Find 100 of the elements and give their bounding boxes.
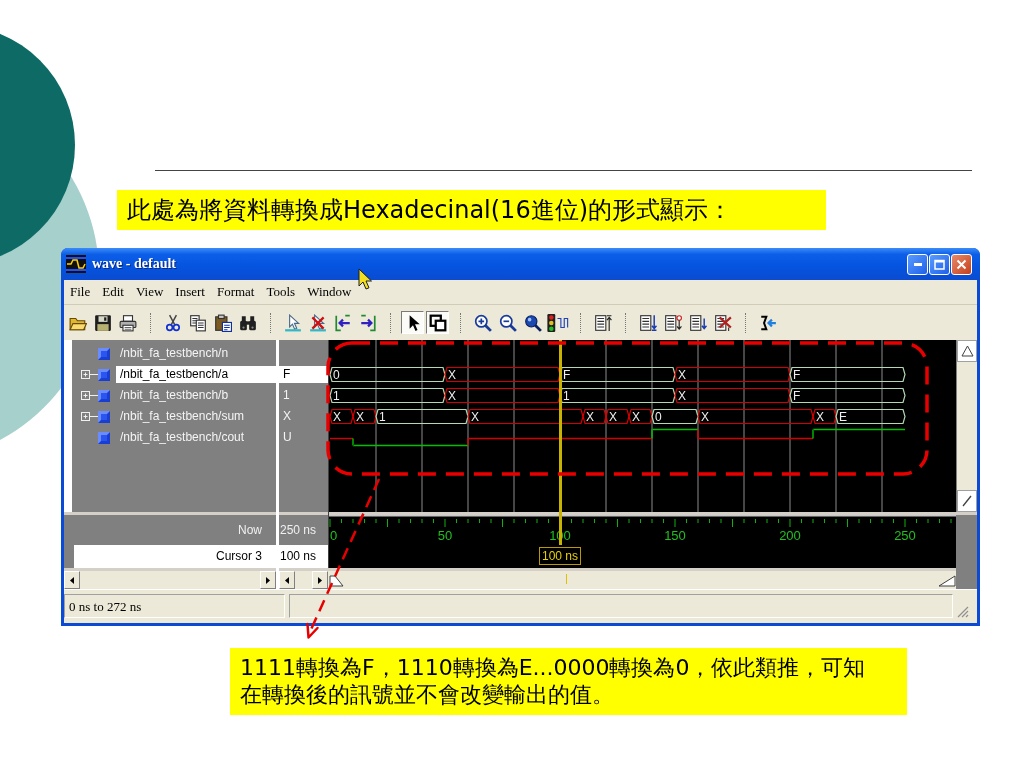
menu-item[interactable]: Edit	[96, 282, 130, 302]
mouse-pointer-icon	[358, 268, 372, 290]
scroll-right-button[interactable]	[312, 571, 328, 589]
printer-icon	[118, 313, 137, 332]
time-label: 250	[894, 528, 916, 543]
cursor-time-marker[interactable]: 100 ns	[539, 547, 582, 565]
signal-icon	[98, 431, 110, 444]
time-label: 150	[664, 528, 686, 543]
signal-name[interactable]: /nbit_fa_testbench/a	[116, 366, 276, 383]
segment-value: 0	[333, 368, 340, 382]
signal-name[interactable]: /nbit_fa_testbench/n	[116, 345, 276, 362]
signal-value: U	[282, 429, 293, 446]
segment-value: X	[333, 410, 341, 424]
signal-icon	[98, 410, 110, 423]
close-button[interactable]	[951, 253, 972, 275]
segment-value: 1	[379, 410, 386, 424]
scroll-left-button[interactable]	[64, 571, 80, 589]
scroll-up-button[interactable]	[957, 340, 977, 362]
left-triangle-icon	[285, 576, 289, 584]
segment-value: X	[471, 410, 479, 424]
menu-item[interactable]: Format	[210, 282, 261, 302]
signal-name[interactable]: /nbit_fa_testbench/cout	[116, 429, 276, 446]
callout-text: 在轉換後的訊號並不會改變輸出的值。	[240, 681, 615, 708]
list-down-arrow-icon	[688, 313, 707, 332]
now-time: 250 ns	[279, 515, 328, 545]
cursor-position-mark	[566, 574, 567, 584]
time-label: 200	[779, 528, 801, 543]
signal-name[interactable]: /nbit_fa_testbench/b	[116, 387, 276, 404]
expand-box-icon[interactable]	[81, 412, 98, 421]
segment-value: 1	[333, 389, 340, 403]
window-title: wave - default	[92, 256, 177, 272]
menu-item[interactable]: File	[64, 282, 97, 302]
segment-value: X	[816, 410, 824, 424]
horizontal-scrollbar[interactable]	[279, 571, 328, 589]
zoom-out-icon	[498, 313, 517, 332]
menu-item[interactable]: Tools	[260, 282, 302, 302]
list-cross-icon	[713, 313, 732, 332]
signal-value: F	[279, 366, 328, 383]
callout-text: 1111轉換為F，1110轉換為E...0000轉換為0，依此類推，可知	[240, 654, 867, 681]
list-down-arrow-icon	[638, 313, 657, 332]
segment-value: E	[839, 410, 847, 424]
segment-value: X	[448, 368, 456, 382]
left-handle-icon[interactable]	[329, 573, 345, 587]
toolbar-button[interactable]	[401, 311, 424, 334]
bracket-right-arrow-icon	[358, 313, 377, 332]
toolbar-button[interactable]	[426, 311, 449, 334]
bracket-arrow-icon	[758, 313, 777, 332]
segment-value: X	[678, 389, 686, 403]
waveform-icon	[66, 255, 86, 273]
horizontal-scrollbar[interactable]	[328, 568, 956, 589]
signal-value: X	[282, 408, 292, 425]
menu-item[interactable]: Window	[301, 282, 358, 302]
segment-value: X	[609, 410, 617, 424]
scroll-right-button[interactable]	[260, 571, 276, 589]
clipboard-icon	[213, 313, 232, 332]
scroll-down-button[interactable]	[957, 490, 977, 512]
horizontal-scrollbar[interactable]	[64, 571, 276, 589]
expand-box-icon[interactable]	[81, 391, 98, 400]
bracket-left-arrow-icon	[333, 313, 352, 332]
menu-item[interactable]: View	[129, 282, 170, 302]
right-handle-icon[interactable]	[938, 573, 956, 587]
segment-value: X	[356, 410, 364, 424]
cursor-label[interactable]: Cursor 3	[64, 545, 276, 568]
segment-value: 1	[563, 389, 570, 403]
segment-value: F	[793, 368, 801, 382]
list-up-arrow-icon	[593, 313, 612, 332]
maximize-button[interactable]	[929, 253, 950, 275]
expand-box-icon[interactable]	[81, 370, 98, 379]
time-label: 0	[330, 528, 338, 543]
cursor-time: 100 ns	[279, 545, 328, 568]
signal-name[interactable]: /nbit_fa_testbench/sum	[116, 408, 276, 425]
annotation-callout: 此處為將資料轉換成Hexadecinal(16進位)的形式顯示：	[117, 190, 826, 230]
signal-icon	[98, 347, 110, 360]
segment-value: F	[793, 389, 801, 403]
menu-item[interactable]: Insert	[169, 282, 211, 302]
signal-icon	[98, 368, 110, 381]
list-pin-icon	[663, 313, 682, 332]
minimize-button[interactable]	[907, 253, 928, 275]
binoculars-icon	[238, 313, 257, 332]
slash-icon	[962, 495, 972, 507]
vertical-scrollbar[interactable]	[956, 340, 977, 512]
minimize-icon	[913, 262, 922, 266]
segment-value: X	[678, 368, 686, 382]
resize-grip-icon[interactable]	[957, 606, 969, 618]
segment-value: X	[448, 389, 456, 403]
signal-icon	[98, 389, 110, 402]
right-triangle-icon	[266, 576, 270, 584]
maximize-icon	[934, 258, 945, 270]
zoom-in-icon	[473, 313, 492, 332]
magnifier-icon	[523, 313, 542, 332]
close-icon	[956, 258, 967, 270]
arrow-outline-icon	[283, 313, 302, 332]
segment-value: X	[632, 410, 640, 424]
left-triangle-icon	[70, 576, 74, 584]
crossed-arrow-icon	[308, 313, 327, 332]
segment-value: X	[701, 410, 709, 424]
toolbar-button[interactable]	[546, 311, 569, 334]
signal-value: 1	[282, 387, 291, 404]
now-label: Now	[64, 515, 276, 545]
scroll-left-button[interactable]	[279, 571, 295, 589]
